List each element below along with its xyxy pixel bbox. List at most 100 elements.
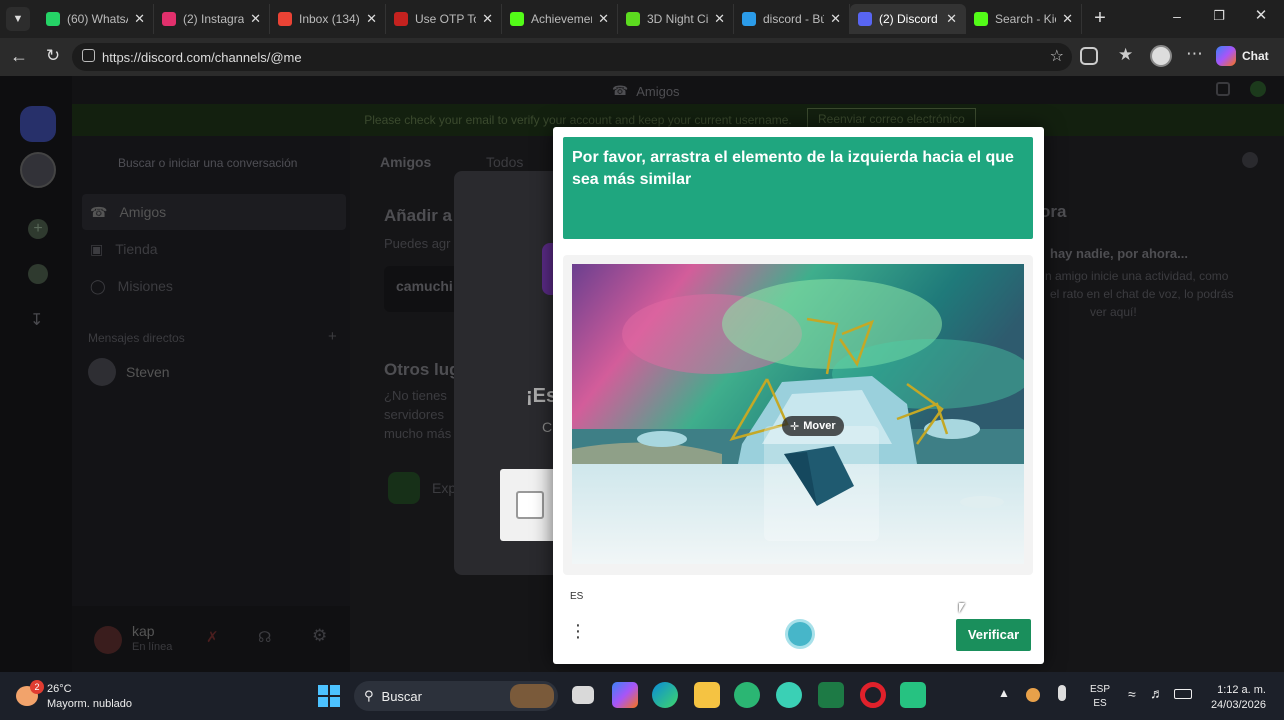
close-tab-icon[interactable]: ✕: [714, 11, 725, 27]
language-selector[interactable]: ES: [570, 591, 583, 602]
close-tab-icon[interactable]: ✕: [1062, 11, 1073, 27]
verify-button[interactable]: Verificar: [956, 619, 1031, 651]
site-info-icon[interactable]: [82, 49, 95, 62]
taskbar-search[interactable]: ⚲ Buscar: [354, 681, 558, 711]
captcha-image[interactable]: [572, 264, 1024, 564]
close-tab-icon[interactable]: ✕: [598, 11, 609, 27]
new-tab-button[interactable]: +: [1088, 6, 1112, 30]
close-tab-icon[interactable]: ✕: [134, 11, 145, 27]
explore-icon[interactable]: [28, 264, 48, 284]
settings-gear-icon[interactable]: ⚙: [312, 626, 327, 646]
discord-home-button[interactable]: [20, 106, 56, 142]
extensions-icon[interactable]: [1080, 47, 1098, 65]
browser-tab[interactable]: Achievemen ✕: [502, 4, 618, 34]
user-avatar[interactable]: [94, 626, 122, 654]
tab-label: Use OTP To: [415, 12, 477, 26]
inbox-icon[interactable]: [1216, 82, 1230, 96]
tray-app-icon[interactable]: [1026, 688, 1040, 702]
browser-tab[interactable]: Search - Kic ✕: [966, 4, 1082, 34]
other-places-title: Otros lug: [384, 360, 460, 379]
dm-item-steven[interactable]: Steven: [88, 358, 170, 386]
mute-mic-icon[interactable]: ✗: [206, 628, 219, 646]
tab-label: (2) Instagram: [183, 12, 245, 26]
new-group-dm-icon[interactable]: [1242, 152, 1258, 168]
close-tab-icon[interactable]: ✕: [366, 11, 377, 27]
address-bar-row: ← ↻ https://discord.com/channels/@me ☆ ★…: [0, 38, 1284, 76]
close-tab-icon[interactable]: ✕: [830, 11, 841, 27]
weather-widget[interactable]: 2 26°C Mayorm. nublado: [14, 680, 164, 714]
close-tab-icon[interactable]: ✕: [250, 11, 261, 27]
hcaptcha-logo-icon: [785, 619, 815, 649]
weather-desc: Mayorm. nublado: [47, 698, 132, 710]
start-button[interactable]: [318, 685, 340, 707]
copilot-chat-button[interactable]: Chat: [1216, 45, 1269, 67]
browser-tab[interactable]: Inbox (134) ✕: [270, 4, 386, 34]
download-icon[interactable]: ↧: [30, 310, 43, 330]
browser-tab[interactable]: Use OTP To ✕: [386, 4, 502, 34]
url-text: https://discord.com/channels/@me: [102, 49, 302, 65]
excel-icon[interactable]: [818, 682, 844, 708]
weather-temp: 26°C: [47, 683, 72, 695]
chevron-down-icon: ▼: [12, 13, 24, 25]
task-view-icon[interactable]: [572, 686, 594, 704]
new-dm-icon[interactable]: +: [328, 328, 337, 345]
minimize-button[interactable]: –: [1166, 8, 1188, 28]
nav-friends[interactable]: ☎ Amigos: [82, 194, 346, 230]
browser-tab[interactable]: 3D Night Cit ✕: [618, 4, 734, 34]
browser-tab[interactable]: (60) WhatsA ✕: [38, 4, 154, 34]
close-tab-icon[interactable]: ✕: [946, 11, 957, 27]
hcaptcha-checkbox-box: [500, 469, 560, 541]
volume-icon[interactable]: ♬: [1150, 685, 1164, 701]
edge-icon[interactable]: [652, 682, 678, 708]
browser-tab[interactable]: (2) Instagram ✕: [154, 4, 270, 34]
search-highlight-image: [510, 684, 554, 708]
headphones-icon[interactable]: ☊: [258, 628, 271, 646]
recycle-app-icon[interactable]: [734, 682, 760, 708]
tab-friends[interactable]: Amigos: [380, 154, 431, 170]
favorites-icon[interactable]: ★: [1118, 45, 1133, 65]
back-button[interactable]: ←: [8, 46, 30, 68]
search-input[interactable]: Buscar o iniciar una conversación: [118, 156, 297, 170]
maximize-button[interactable]: ❐: [1208, 8, 1230, 28]
quests-icon: ◯: [90, 278, 106, 294]
tab-all[interactable]: Todos: [486, 154, 523, 170]
show-hidden-icons[interactable]: ▲: [998, 686, 1010, 700]
tab-list-button[interactable]: ▼: [6, 7, 30, 31]
server-avatar[interactable]: [20, 152, 56, 188]
clock[interactable]: 1:12 a. m. 24/03/2026: [1206, 683, 1266, 713]
file-explorer-icon[interactable]: [694, 682, 720, 708]
nav-quests[interactable]: ◯ Misiones: [90, 278, 173, 295]
browser-tab[interactable]: (2) Discord | ✕: [850, 4, 966, 34]
url-field[interactable]: https://discord.com/channels/@me ☆: [72, 43, 1072, 71]
microphone-icon[interactable]: [1058, 685, 1066, 701]
tab-label: Search - Kic: [995, 12, 1057, 26]
nav-store[interactable]: ▣ Tienda: [90, 241, 158, 258]
hcaptcha-checkbox[interactable]: [516, 491, 544, 519]
app-icon: [626, 12, 640, 26]
add-server-icon[interactable]: +: [28, 219, 48, 239]
favorite-star-icon[interactable]: ☆: [1050, 46, 1064, 66]
wifi-icon[interactable]: ≈: [1128, 686, 1136, 702]
input-language[interactable]: ESP ES: [1090, 683, 1110, 711]
help-icon[interactable]: [1250, 81, 1266, 97]
battery-icon[interactable]: [1174, 689, 1192, 699]
profile-avatar[interactable]: [1150, 45, 1172, 67]
vpn-app-icon[interactable]: [776, 682, 802, 708]
modal-subtitle: C: [542, 419, 553, 435]
opera-icon[interactable]: [860, 682, 886, 708]
close-tab-icon[interactable]: ✕: [482, 11, 493, 27]
server-rail: + ↧: [0, 76, 72, 672]
user-status: En línea: [132, 641, 173, 653]
reload-button[interactable]: ↻: [42, 46, 64, 68]
move-handle[interactable]: ✛ Mover: [782, 416, 844, 436]
tab-label: Achievemen: [531, 12, 593, 26]
copilot-app-icon[interactable]: [612, 682, 638, 708]
explore-button[interactable]: Exp: [388, 472, 456, 504]
android-app-icon[interactable]: [900, 682, 926, 708]
close-window-button[interactable]: ✕: [1250, 6, 1272, 28]
user-name: kap: [132, 623, 155, 639]
tab-label: (2) Discord |: [879, 12, 941, 26]
captcha-menu-icon[interactable]: · · ·: [573, 615, 583, 647]
browser-tab[interactable]: discord - Bú ✕: [734, 4, 850, 34]
more-menu-icon[interactable]: ⋯: [1186, 44, 1203, 64]
